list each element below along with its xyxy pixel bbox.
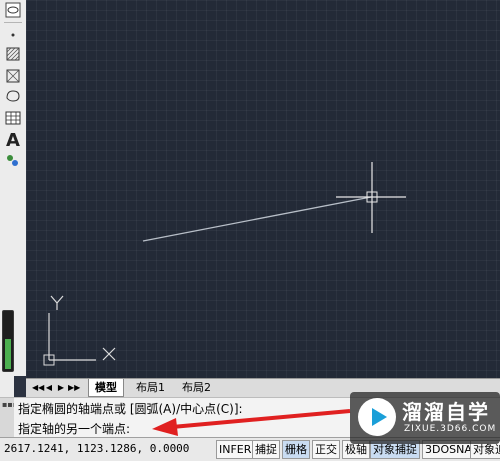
cursor-coordinates: 2617.1241, 1123.1286, 0.0000 [4,442,190,455]
point-icon[interactable] [3,24,23,44]
drawing-canvas[interactable]: Y X [26,0,500,378]
crosshair-cursor [336,162,406,233]
palette-slider[interactable] [2,310,14,372]
tab-model[interactable]: 模型 [88,379,124,397]
rubberband-line [142,196,372,242]
toggle-infer[interactable]: INFER [216,440,255,459]
tab-layout1[interactable]: 布局1 [130,379,171,396]
tab-next-button[interactable]: ▶ [56,381,66,394]
tab-layout2[interactable]: 布局2 [176,379,217,396]
watermark-url: ZIXUE.3D66.COM [404,424,497,434]
toggle-snap[interactable]: 捕捉 [252,440,280,459]
command-history-text: 指定椭圆的轴端点或 [圆弧(A)/中心点(C)]: [18,402,243,416]
tab-prev-button[interactable]: ◀ [44,381,54,394]
watermark-logo-icon [358,398,396,436]
gradient-icon[interactable] [3,66,23,86]
toggle-ortho[interactable]: 正交 [312,440,340,459]
tab-first-button[interactable]: ◀◀ [32,381,44,394]
tab-last-button[interactable]: ▶▶ [68,381,80,394]
toggle-grid[interactable]: 栅格 [282,440,310,459]
watermark-title: 溜溜自学 [402,400,490,424]
multiline-text-icon[interactable]: A [3,130,23,151]
table-icon[interactable] [3,108,23,128]
add-selected-icon[interactable] [3,150,23,170]
command-prompt-text[interactable]: 指定轴的另一个端点: [18,420,130,437]
canvas-overlay [43,162,406,366]
watermark: 溜溜自学 ZIXUE.3D66.COM [350,392,500,444]
ucs-icon [43,295,116,366]
command-line-grip[interactable]: ▪▪▪ [0,397,18,438]
hatch-icon[interactable] [3,44,23,64]
ellipse-arc-icon[interactable] [3,0,23,20]
region-icon[interactable] [3,86,23,106]
